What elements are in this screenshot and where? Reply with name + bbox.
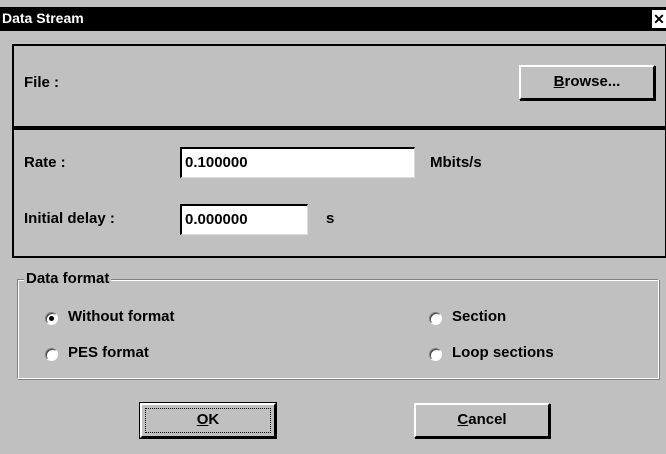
cancel-button[interactable]: Cancel — [414, 403, 550, 438]
ok-button[interactable]: OK — [139, 402, 277, 439]
data-format-group — [17, 279, 659, 379]
initial-delay-input[interactable]: 0.000000 — [180, 204, 308, 235]
radio-section[interactable] — [429, 312, 442, 325]
radio-loop-sections-label[interactable]: Loop sections — [452, 344, 554, 361]
title-bar[interactable]: Data Stream ✕ — [0, 7, 666, 31]
initial-delay-label: Initial delay : — [24, 210, 115, 227]
rate-label: Rate : — [24, 154, 66, 171]
cancel-button-accel: C — [457, 411, 469, 428]
radio-without-format-label[interactable]: Without format — [68, 308, 175, 325]
window-title: Data Stream — [2, 10, 84, 26]
radio-pes-format-label[interactable]: PES format — [68, 344, 149, 361]
browse-button-label: rowse... — [564, 73, 621, 90]
initial-delay-unit: s — [326, 210, 335, 227]
radio-without-format[interactable] — [45, 312, 58, 325]
close-icon[interactable]: ✕ — [652, 10, 666, 28]
browse-button-accel: B — [553, 73, 565, 90]
file-label: File : — [24, 74, 60, 91]
cancel-button-label: ancel — [468, 411, 507, 428]
rate-input[interactable]: 0.100000 — [180, 147, 415, 178]
radio-section-label[interactable]: Section — [452, 308, 506, 325]
radio-pes-format[interactable] — [45, 348, 58, 361]
radio-loop-sections[interactable] — [429, 348, 442, 361]
browse-button[interactable]: Browse... — [519, 65, 655, 100]
data-format-legend: Data format — [24, 270, 112, 287]
ok-focus-rect — [145, 408, 271, 433]
rate-unit: Mbits/s — [430, 154, 482, 171]
data-stream-dialog: Data Stream ✕ File : Browse... Rate : 0.… — [0, 0, 666, 454]
